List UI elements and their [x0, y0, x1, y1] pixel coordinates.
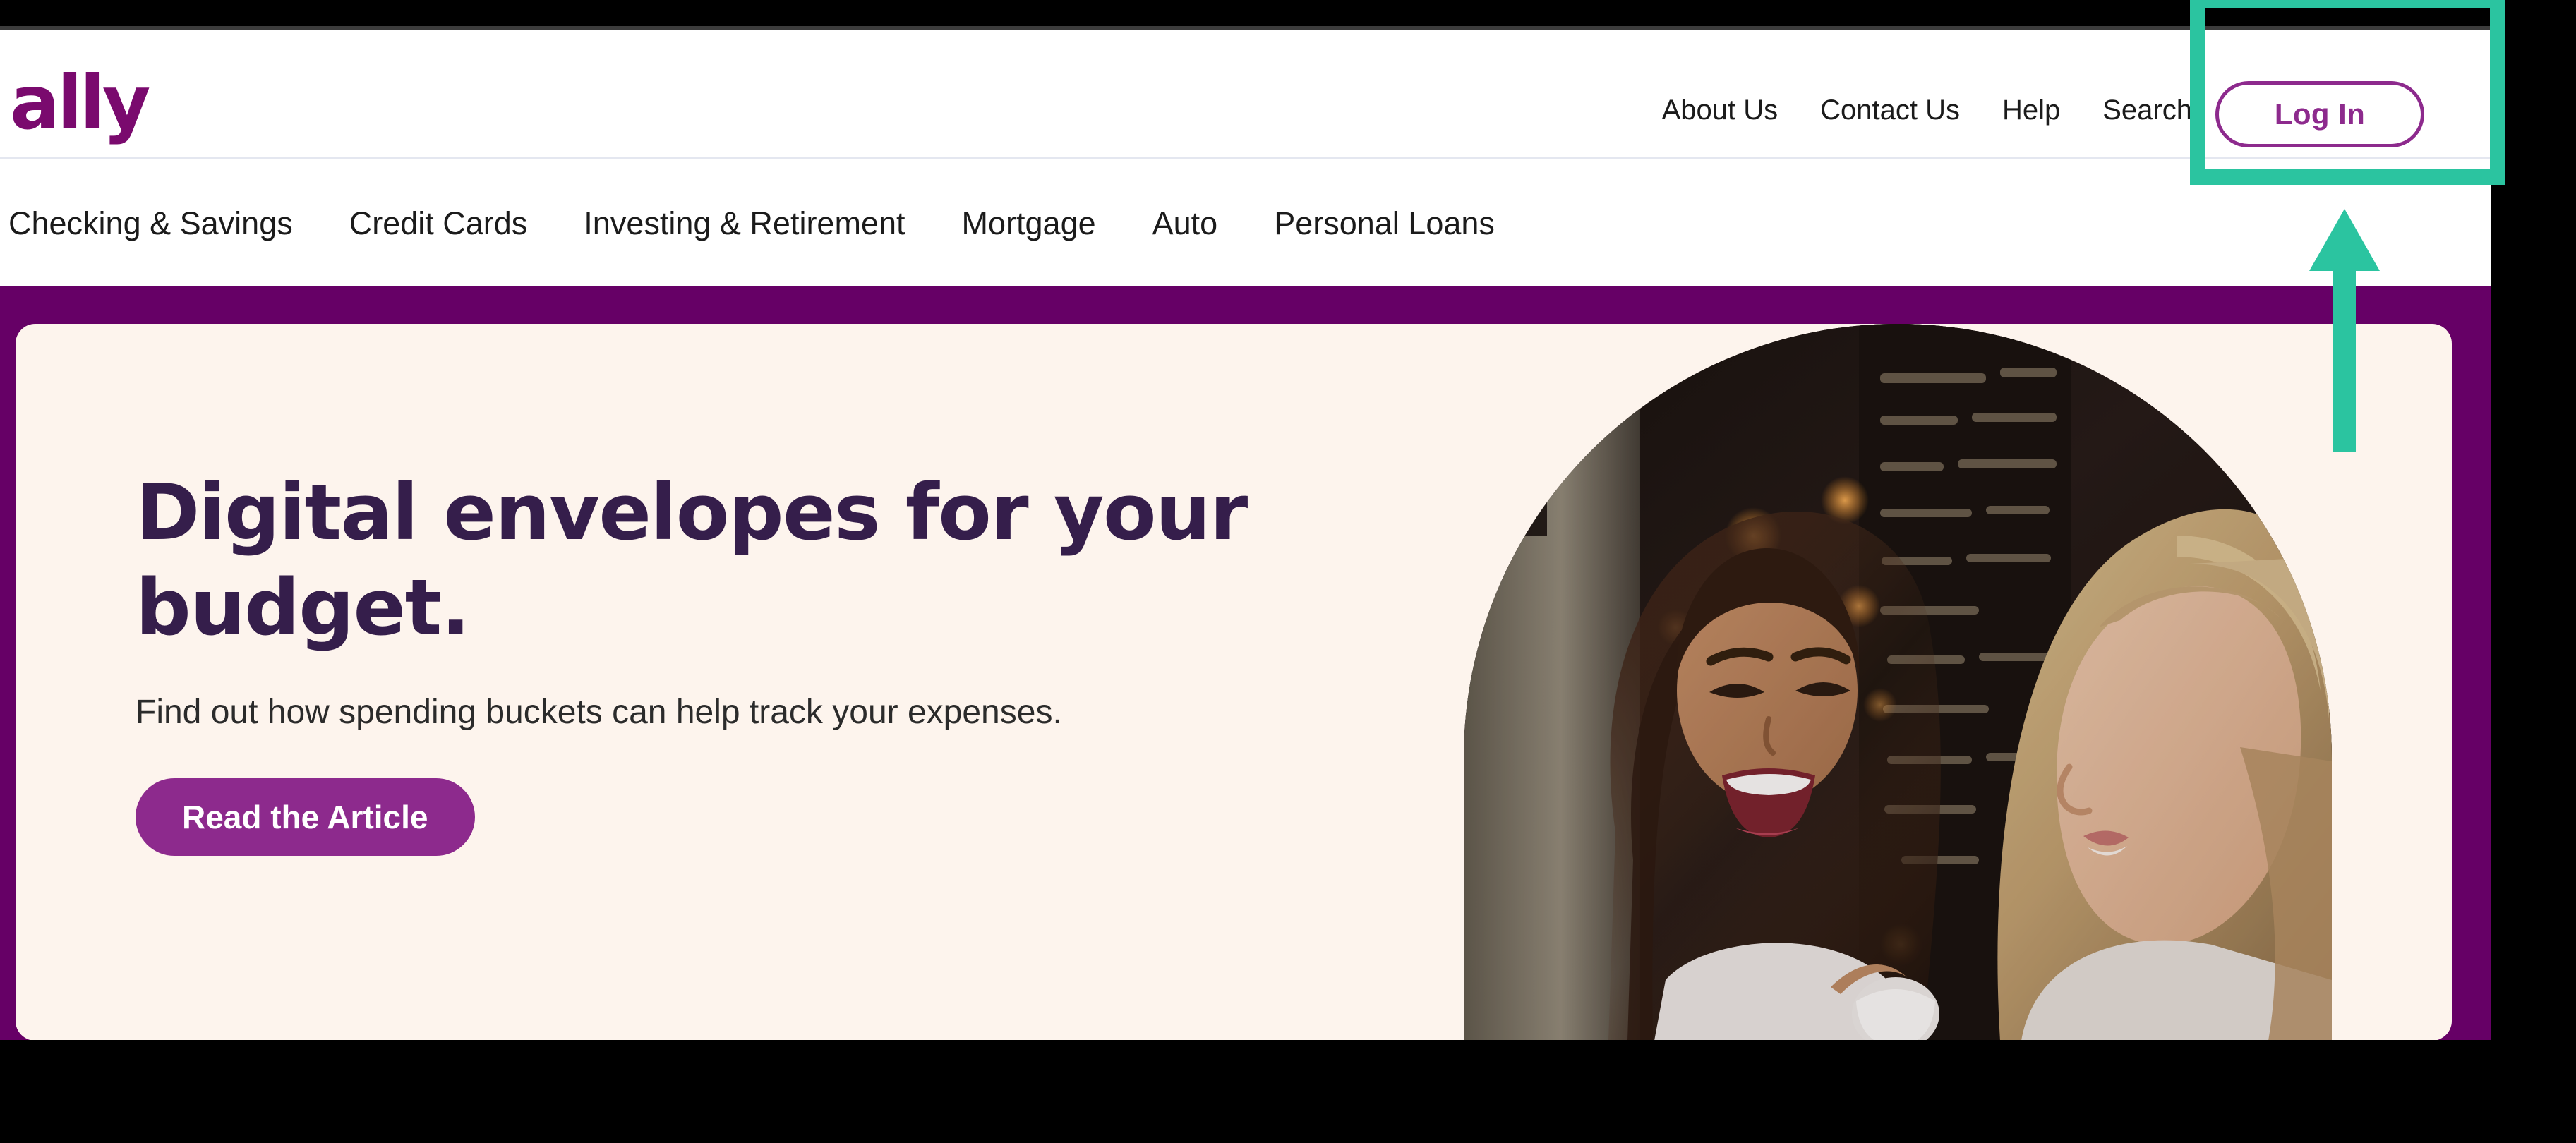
- primary-nav: Checking & Savings Credit Cards Investin…: [0, 159, 2491, 286]
- hero-band: Digital envelopes for your budget. Find …: [0, 286, 2491, 1040]
- hero-subheadline: Find out how spending buckets can help t…: [136, 694, 1062, 731]
- letterbox-top: [0, 0, 2576, 26]
- viewport-top-rule: [0, 26, 2576, 30]
- utility-nav-item-help[interactable]: Help: [1981, 96, 2081, 124]
- log-in-button[interactable]: Log In: [2215, 81, 2424, 147]
- letterbox-right: [2491, 0, 2576, 1143]
- nav-item-auto[interactable]: Auto: [1124, 207, 1246, 239]
- screenshot-root: ally About Us Contact Us Help Search Log…: [0, 0, 2576, 1143]
- hero-headline: Digital envelopes for your budget.: [136, 467, 1248, 653]
- nav-item-investing-retirement[interactable]: Investing & Retirement: [555, 207, 933, 239]
- utility-nav-item-contact-us[interactable]: Contact Us: [1799, 96, 1981, 124]
- utility-nav-item-search[interactable]: Search: [2081, 96, 2213, 124]
- utility-nav-item-about-us[interactable]: About Us: [1641, 96, 1800, 124]
- hero-card: Digital envelopes for your budget. Find …: [16, 324, 2452, 1040]
- browser-page: ally About Us Contact Us Help Search Log…: [0, 30, 2491, 1040]
- nav-item-credit-cards[interactable]: Credit Cards: [321, 207, 556, 239]
- ally-logo[interactable]: ally: [10, 66, 150, 140]
- nav-item-personal-loans[interactable]: Personal Loans: [1246, 207, 1523, 239]
- nav-item-checking-savings[interactable]: Checking & Savings: [0, 207, 321, 239]
- site-header: ally About Us Contact Us Help Search Log…: [0, 30, 2491, 157]
- utility-nav: About Us Contact Us Help Search: [1641, 95, 2258, 126]
- hero-image: [1464, 324, 2332, 1040]
- nav-item-mortgage[interactable]: Mortgage: [934, 207, 1124, 239]
- letterbox-bottom: [0, 1040, 2576, 1143]
- hero-copy: Digital envelopes for your budget. Find …: [136, 465, 1321, 856]
- read-the-article-button[interactable]: Read the Article: [136, 778, 475, 856]
